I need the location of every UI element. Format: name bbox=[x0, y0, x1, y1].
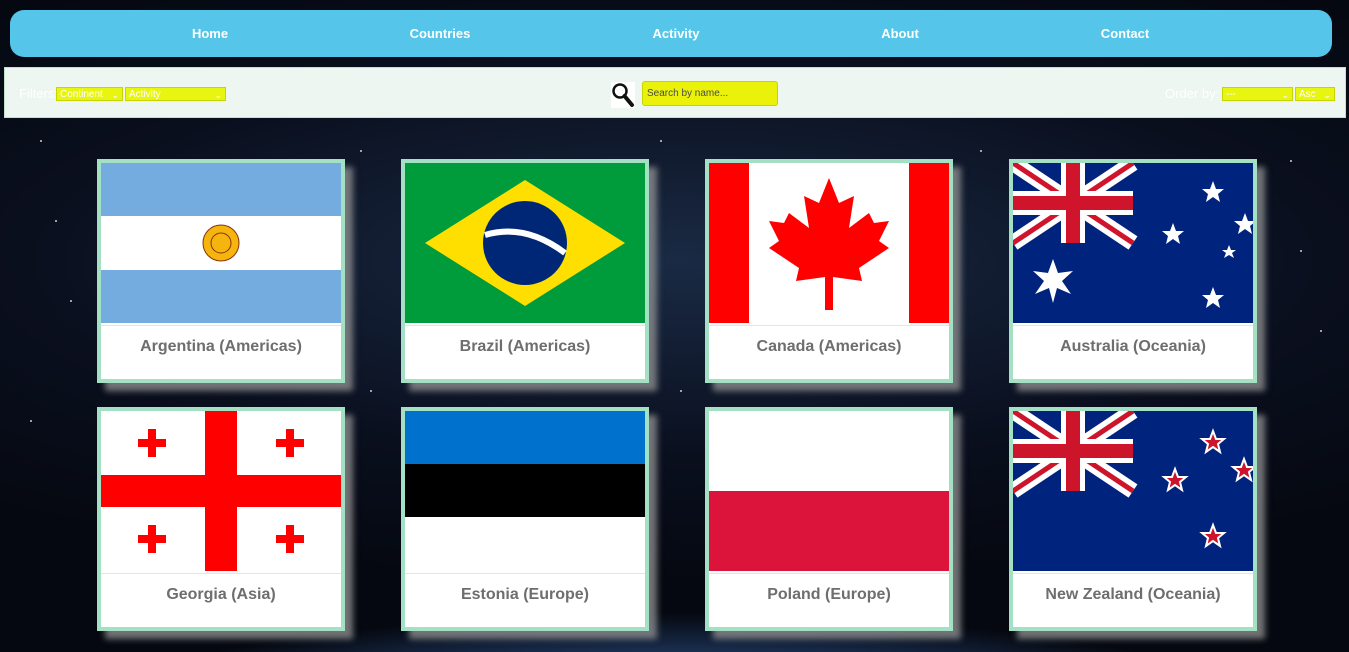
nav-countries[interactable]: Countries bbox=[410, 10, 471, 57]
nav-contact[interactable]: Contact bbox=[1101, 10, 1149, 57]
order-by-select[interactable]: --- ⌄ bbox=[1222, 87, 1293, 101]
estonia-flag bbox=[405, 411, 645, 571]
order-direction-select[interactable]: Asc ⌄ bbox=[1295, 87, 1335, 101]
country-card[interactable]: Canada (Americas) bbox=[705, 159, 953, 383]
search-icon[interactable] bbox=[611, 82, 635, 108]
activity-select[interactable]: Activity ⌄ bbox=[125, 87, 226, 101]
country-card[interactable]: Estonia (Europe) bbox=[401, 407, 649, 631]
country-name: Georgia (Asia) bbox=[101, 573, 341, 628]
country-card[interactable]: Argentina (Americas) bbox=[97, 159, 345, 383]
canada-flag bbox=[709, 163, 949, 323]
top-navbar: Home Countries Activity About Contact bbox=[10, 10, 1332, 57]
australia-flag bbox=[1013, 163, 1253, 323]
order-by-select-value: --- bbox=[1226, 89, 1236, 100]
country-name: Argentina (Americas) bbox=[101, 325, 341, 380]
activity-select-value: Activity bbox=[129, 89, 161, 100]
order-direction-value: Asc bbox=[1299, 89, 1316, 100]
filters-label: Filters: bbox=[19, 86, 58, 101]
continent-select-value: Continent bbox=[60, 89, 103, 100]
chevron-down-icon: ⌄ bbox=[1281, 90, 1289, 100]
country-name: Australia (Oceania) bbox=[1013, 325, 1253, 380]
order-by-label: Order by: bbox=[1165, 86, 1220, 101]
country-card[interactable]: Australia (Oceania) bbox=[1009, 159, 1257, 383]
country-name: Brazil (Americas) bbox=[405, 325, 645, 380]
chevron-down-icon: ⌄ bbox=[1323, 90, 1331, 100]
continent-select[interactable]: Continent ⌄ bbox=[56, 87, 123, 101]
nav-home[interactable]: Home bbox=[192, 10, 228, 57]
chevron-down-icon: ⌄ bbox=[214, 90, 222, 100]
country-name: Estonia (Europe) bbox=[405, 573, 645, 628]
search-input[interactable] bbox=[642, 81, 778, 106]
argentina-flag bbox=[101, 163, 341, 323]
georgia-flag bbox=[101, 411, 341, 571]
brazil-flag bbox=[405, 163, 645, 323]
chevron-down-icon: ⌄ bbox=[111, 90, 119, 100]
country-card[interactable]: Brazil (Americas) bbox=[401, 159, 649, 383]
country-name: Canada (Americas) bbox=[709, 325, 949, 380]
new-zealand-flag bbox=[1013, 411, 1253, 571]
country-card[interactable]: New Zealand (Oceania) bbox=[1009, 407, 1257, 631]
country-name: New Zealand (Oceania) bbox=[1013, 573, 1253, 628]
country-card[interactable]: Georgia (Asia) bbox=[97, 407, 345, 631]
filter-bar: Filters: Continent ⌄ Activity ⌄ Order by… bbox=[4, 67, 1346, 118]
nav-activity[interactable]: Activity bbox=[653, 10, 700, 57]
nav-about[interactable]: About bbox=[881, 10, 919, 57]
country-name: Poland (Europe) bbox=[709, 573, 949, 628]
country-card[interactable]: Poland (Europe) bbox=[705, 407, 953, 631]
poland-flag bbox=[709, 411, 949, 571]
